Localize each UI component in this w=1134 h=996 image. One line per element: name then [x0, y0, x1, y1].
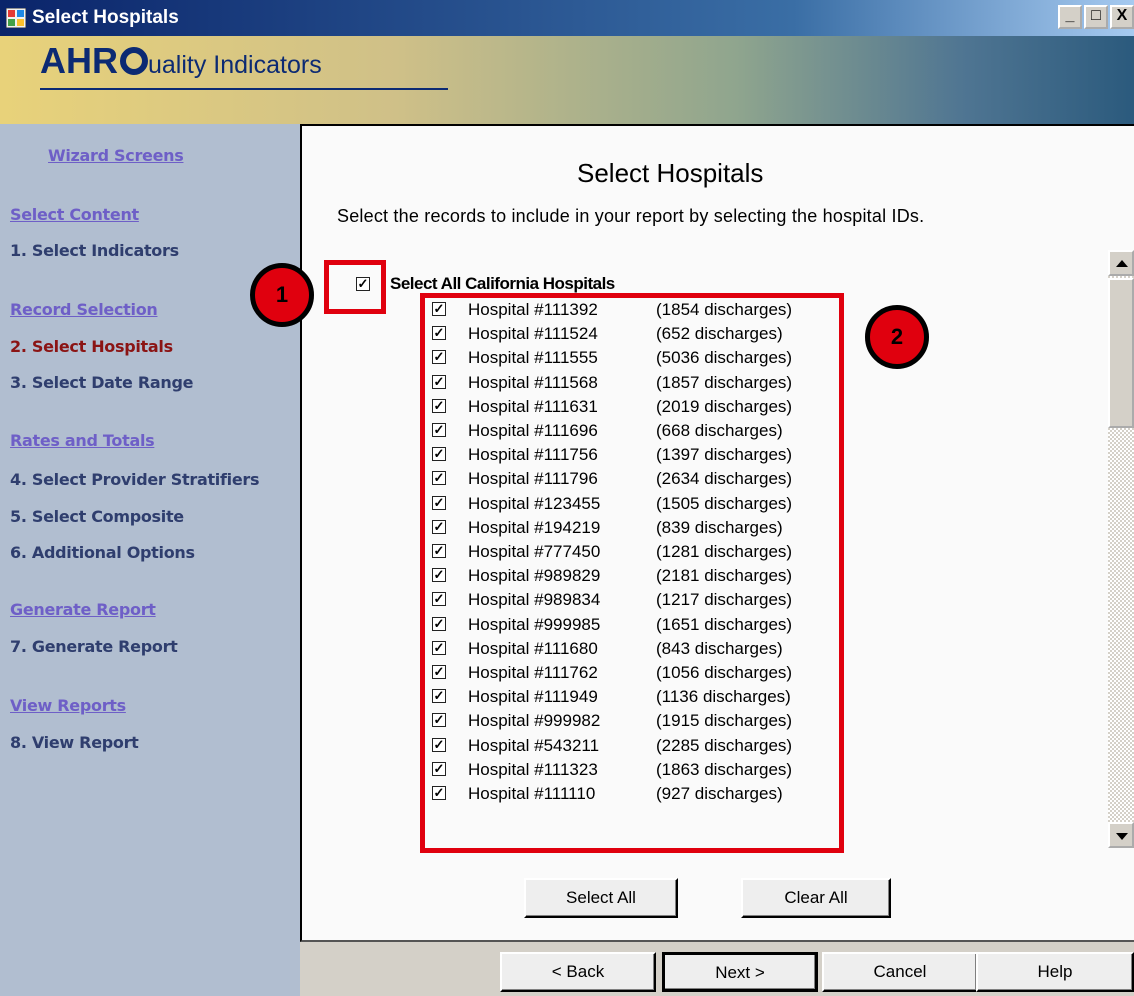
sidebar-step-view-report[interactable]: 8. View Report [10, 733, 139, 752]
app-window-icon [6, 8, 26, 28]
ahrq-logo: AHR uality Indicators [40, 40, 322, 81]
sidebar-heading-rates-and-totals[interactable]: Rates and Totals [10, 431, 155, 450]
minimize-button[interactable]: _ [1058, 5, 1082, 29]
sidebar-step-select-date-range[interactable]: 3. Select Date Range [10, 373, 193, 392]
arrow-down-icon [1116, 833, 1128, 840]
clear-all-button[interactable]: Clear All [741, 878, 891, 918]
sidebar-heading-view-reports[interactable]: View Reports [10, 696, 126, 715]
instructions-text: Select the records to include in your re… [337, 206, 925, 226]
sidebar-heading-generate-report[interactable]: Generate Report [10, 600, 156, 619]
maximize-button[interactable]: □ [1084, 5, 1108, 29]
page-title: Select Hospitals [577, 158, 764, 188]
callout-2-highlight-box [420, 293, 844, 853]
callout-badge-1: 1 [250, 263, 314, 327]
sidebar-step-generate-report[interactable]: 7. Generate Report [10, 637, 178, 656]
hospital-list-scrollbar[interactable] [1108, 250, 1134, 848]
scroll-up-button[interactable] [1108, 250, 1134, 276]
select-all-button[interactable]: Select All [524, 878, 678, 918]
window-title: Select Hospitals [32, 7, 179, 28]
sidebar-step-select-hospitals[interactable]: 2. Select Hospitals [10, 337, 173, 356]
logo-q-glyph [120, 47, 148, 75]
back-button[interactable]: < Back [500, 952, 656, 992]
logo-underline [40, 88, 448, 90]
callout-badge-2: 2 [865, 305, 929, 369]
scrollbar-thumb[interactable] [1108, 278, 1134, 428]
scroll-down-button[interactable] [1108, 822, 1134, 848]
arrow-up-icon [1116, 260, 1128, 267]
sidebar-heading-select-content[interactable]: Select Content [10, 205, 139, 224]
sidebar-step-select-composite[interactable]: 5. Select Composite [10, 507, 184, 526]
callout-1-highlight-box [324, 260, 386, 314]
sidebar-step-additional-options[interactable]: 6. Additional Options [10, 543, 195, 562]
cancel-button[interactable]: Cancel [822, 952, 978, 992]
close-button[interactable]: X [1110, 5, 1134, 29]
next-button[interactable]: Next > [662, 952, 818, 992]
sidebar-heading-record-selection[interactable]: Record Selection [10, 300, 158, 319]
sidebar-wizard-screens-link[interactable]: Wizard Screens [48, 146, 184, 165]
select-all-california-label[interactable]: Select All California Hospitals [390, 274, 615, 294]
window-titlebar: Select Hospitals _ □ X [0, 0, 1134, 36]
sidebar-step-select-indicators[interactable]: 1. Select Indicators [10, 241, 179, 260]
help-button[interactable]: Help [976, 952, 1134, 992]
sidebar-step-provider-stratifiers[interactable]: 4. Select Provider Stratifiers [10, 470, 260, 489]
